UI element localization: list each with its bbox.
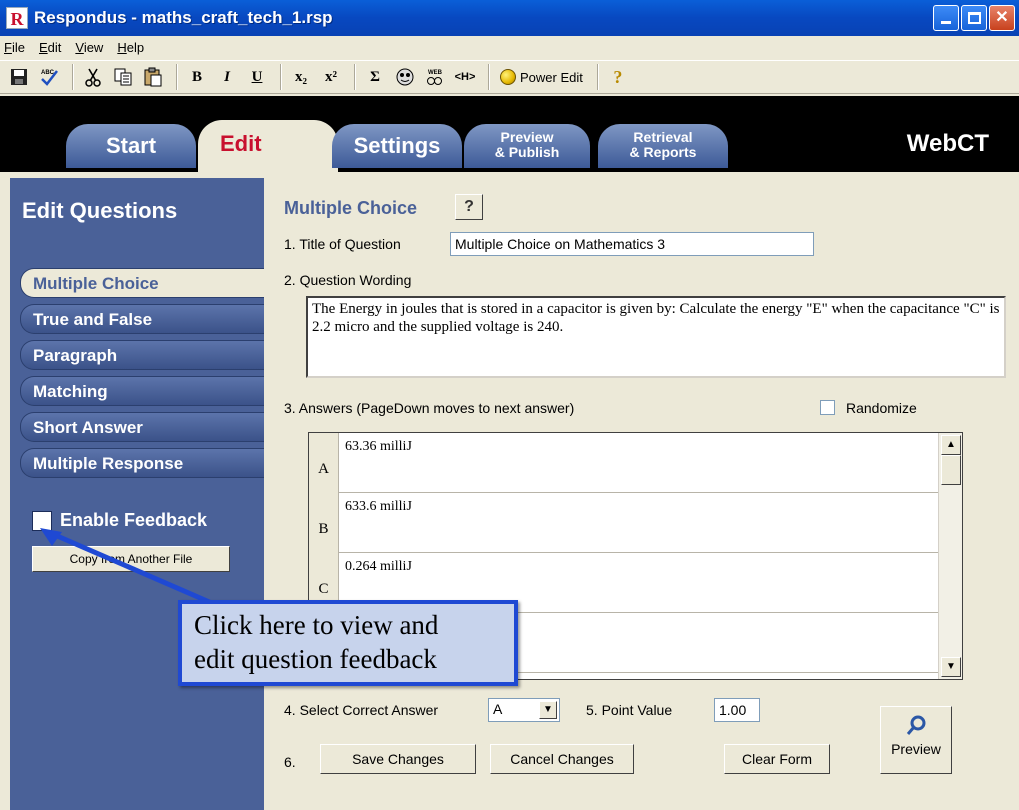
menu-help[interactable]: Help (117, 40, 144, 55)
randomize-checkbox[interactable] (820, 400, 835, 415)
subscript-button[interactable]: x₂ (288, 64, 314, 90)
cancel-changes-button[interactable]: Cancel Changes (490, 744, 634, 774)
italic-button[interactable]: I (214, 64, 240, 90)
toolbar-separator (280, 64, 282, 90)
tab-start[interactable]: Start (66, 124, 196, 168)
close-icon: ✕ (995, 9, 1009, 26)
sidebar-item-multiple-choice[interactable]: Multiple Choice (20, 268, 264, 298)
title-bar: R Respondus - maths_craft_tech_1.rsp ✕ (0, 0, 1019, 36)
correct-answer-select[interactable]: A ▼ (488, 698, 560, 722)
answer-letter: B (309, 493, 339, 553)
clear-form-button[interactable]: Clear Form (724, 744, 830, 774)
correct-answer-value: A (493, 701, 503, 717)
media-icon[interactable] (392, 64, 418, 90)
tab-preview-line2: & Publish (494, 144, 560, 160)
spellcheck-icon[interactable]: ABC (36, 64, 62, 90)
window-title: Respondus - maths_craft_tech_1.rsp (34, 8, 333, 27)
help-icon: ? (464, 198, 474, 215)
tab-retrieval-line2: & Reports (629, 144, 697, 160)
answer-row[interactable]: B 633.6 milliJ (309, 493, 939, 553)
answer-text[interactable]: 63.36 milliJ (345, 439, 412, 455)
tab-preview-line1: Preview (500, 129, 554, 145)
point-value-input[interactable] (714, 698, 760, 722)
bold-button[interactable]: B (184, 64, 210, 90)
title-input[interactable] (450, 232, 814, 256)
maximize-icon (968, 12, 981, 24)
close-button[interactable]: ✕ (989, 5, 1015, 31)
scroll-thumb[interactable] (941, 455, 961, 485)
html-button[interactable]: <H> (452, 64, 478, 90)
sidebar-heading: Edit Questions (22, 198, 178, 223)
answer-text[interactable]: 633.6 milliJ (345, 499, 412, 515)
tab-retrieval-reports[interactable]: Retrieval & Reports (598, 124, 728, 168)
callout-line-1: Click here to view and (194, 610, 439, 640)
main-tab-strip: Start Edit Settings Preview & Publish Re… (0, 96, 1019, 172)
equation-button[interactable]: Σ (362, 64, 388, 90)
preview-label: Preview (891, 741, 941, 757)
chevron-down-icon[interactable]: ▼ (539, 701, 557, 719)
svg-text:WEB: WEB (428, 70, 443, 76)
answers-scrollbar[interactable]: ▲ ▼ (938, 433, 962, 679)
web-link-icon[interactable]: WEB (422, 64, 448, 90)
question-type-sidebar: Edit Questions Multiple Choice True and … (10, 178, 264, 810)
toolbar-separator (596, 64, 599, 90)
maximize-button[interactable] (961, 5, 987, 31)
callout-line-2: edit question feedback (194, 644, 437, 674)
save-icon[interactable] (6, 64, 32, 90)
menu-bar: File Edit View Help (0, 36, 1019, 58)
toolbar-separator (176, 64, 178, 90)
scroll-up-button[interactable]: ▲ (941, 435, 961, 455)
correct-answer-label: 4. Select Correct Answer (284, 702, 439, 718)
power-edit-label: Power Edit (520, 69, 583, 85)
tab-edit[interactable]: Edit (198, 120, 338, 172)
preview-button[interactable]: Preview (880, 706, 952, 774)
randomize-label: Randomize (846, 400, 917, 416)
cut-icon[interactable] (80, 64, 106, 90)
answers-label: 3. Answers (PageDown moves to next answe… (284, 400, 575, 416)
magnifier-icon (905, 715, 927, 737)
help-button[interactable]: ? (605, 64, 631, 90)
menu-edit[interactable]: Edit (39, 40, 61, 55)
answer-row[interactable]: A 63.36 milliJ (309, 433, 939, 493)
save-changes-button[interactable]: Save Changes (320, 744, 476, 774)
help-icon: ? (613, 66, 623, 87)
step-six-label: 6. (284, 754, 296, 770)
menu-view[interactable]: View (75, 40, 103, 55)
webct-brand: WebCT (906, 130, 989, 157)
toolbar-separator (354, 64, 356, 90)
underline-button[interactable]: U (244, 64, 270, 90)
toolbar-separator (488, 64, 490, 90)
respondus-app-icon[interactable]: R (6, 7, 28, 29)
answer-letter: A (309, 433, 339, 493)
answer-text[interactable]: 0.264 milliJ (345, 559, 412, 575)
tab-preview-publish[interactable]: Preview & Publish (464, 124, 590, 168)
section-title: Multiple Choice (284, 198, 418, 218)
sidebar-item-true-false[interactable]: True and False (20, 304, 264, 334)
title-label: 1. Title of Question (284, 236, 401, 252)
sidebar-item-paragraph[interactable]: Paragraph (20, 340, 264, 370)
question-editor: Multiple Choice ? 1. Title of Question 2… (264, 178, 1019, 810)
tab-settings[interactable]: Settings (332, 124, 462, 168)
paste-icon[interactable] (140, 64, 166, 90)
question-wording-editor[interactable]: The Energy in joules that is stored in a… (306, 296, 1006, 378)
sidebar-item-matching[interactable]: Matching (20, 376, 264, 406)
question-help-button[interactable]: ? (455, 194, 483, 220)
copy-icon[interactable] (110, 64, 136, 90)
minimize-button[interactable] (933, 5, 959, 31)
sidebar-item-short-answer[interactable]: Short Answer (20, 412, 264, 442)
toolbar: ABC B I U x₂ x² Σ WEB <H> Power Edit ? (0, 60, 1019, 94)
menu-file[interactable]: File (4, 40, 25, 55)
minimize-icon (941, 21, 951, 24)
sidebar-item-multiple-response[interactable]: Multiple Response (20, 448, 264, 478)
power-edit-button[interactable]: Power Edit (496, 64, 587, 90)
power-edit-icon (500, 69, 516, 85)
tab-retrieval-line1: Retrieval (633, 129, 693, 145)
scroll-down-button[interactable]: ▼ (941, 657, 961, 677)
toolbar-separator (72, 64, 74, 90)
callout-arrow (40, 528, 215, 607)
feedback-callout: Click here to view and edit question fee… (178, 600, 518, 686)
superscript-button[interactable]: x² (318, 64, 344, 90)
wording-label: 2. Question Wording (284, 272, 412, 288)
point-value-label: 5. Point Value (586, 702, 673, 718)
